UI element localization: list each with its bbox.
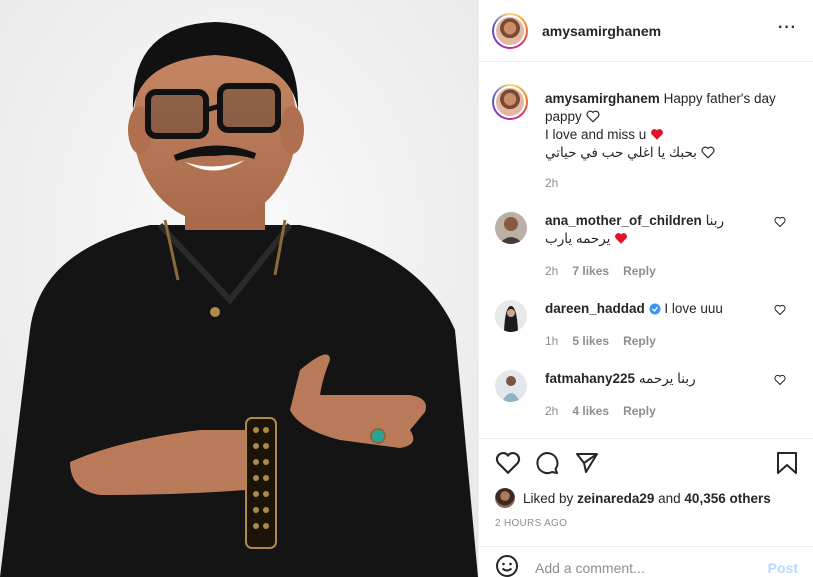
post-header: amysamirghanem ··· xyxy=(479,0,813,62)
reply-button[interactable]: Reply xyxy=(623,334,656,348)
liked-by-user[interactable]: zeinareda29 xyxy=(577,491,654,506)
comment-text: fatmahany225 ربنا يرحمه xyxy=(545,370,770,388)
comment-body: ربنا يرحمه xyxy=(638,371,696,386)
like-comment-heart-icon[interactable] xyxy=(774,374,786,386)
comment-time: 2h xyxy=(545,404,559,418)
commenter-avatar[interactable] xyxy=(495,370,527,402)
others-count[interactable]: 40,356 others xyxy=(684,491,770,506)
comment-text: ana_mother_of_children ربنا يرحمه يارب xyxy=(545,212,770,248)
author-username[interactable]: amysamirghanem xyxy=(542,23,661,39)
commenter-avatar[interactable] xyxy=(495,300,527,332)
liker-avatar[interactable] xyxy=(495,488,515,508)
caption-avatar[interactable] xyxy=(492,84,528,120)
bookmark-icon[interactable] xyxy=(776,451,798,475)
comment-time: 1h xyxy=(545,334,559,348)
caption-line3: I love and miss u xyxy=(545,127,647,142)
comment-likes[interactable]: 5 likes xyxy=(572,334,609,348)
liked-by-and: and xyxy=(658,490,681,506)
like-comment-heart-icon[interactable] xyxy=(774,216,786,228)
comment-body: I love uuu xyxy=(664,301,723,316)
verified-badge-icon xyxy=(649,303,661,315)
caption-line1: Happy father's day xyxy=(663,91,776,106)
caption-username[interactable]: amysamirghanem xyxy=(545,91,660,106)
caption-text: amysamirghanem Happy father's day pappy … xyxy=(545,90,795,162)
post-sidebar: amysamirghanem ··· amysamirghanem Happy … xyxy=(478,0,813,577)
likes-summary: Liked by zeinareda29 and 40,356 others xyxy=(495,488,771,508)
comment-icon[interactable] xyxy=(535,451,559,475)
commenter-username[interactable]: dareen_haddad xyxy=(545,301,645,316)
post-actions: Liked by zeinareda29 and 40,356 others 2… xyxy=(479,438,813,546)
comment-body-part2: يرحمه يارب xyxy=(545,231,611,246)
comment-text: dareen_haddad I love uuu xyxy=(545,300,770,318)
comment-likes[interactable]: 7 likes xyxy=(572,264,609,278)
caption-line4: بحبك يا اغلي حب في حياتي xyxy=(545,145,697,160)
comments-list[interactable]: amysamirghanem Happy father's day pappy … xyxy=(479,62,813,438)
caption-time: 2h xyxy=(545,176,559,190)
comment-input[interactable]: Add a comment... xyxy=(535,560,645,576)
post-button[interactable]: Post xyxy=(768,560,798,576)
comment-body-part1: ربنا xyxy=(705,213,725,228)
action-icons xyxy=(495,451,800,477)
reply-button[interactable]: Reply xyxy=(623,264,656,278)
comment-meta: 1h 5 likes Reply xyxy=(545,334,656,348)
add-comment-bar: Add a comment... Post xyxy=(479,546,813,577)
share-icon[interactable] xyxy=(575,451,599,475)
white-heart-emoji-icon xyxy=(701,146,715,159)
liked-by-prefix: Liked by xyxy=(523,490,574,506)
like-comment-heart-icon[interactable] xyxy=(774,304,786,316)
comment-meta: 2h 4 likes Reply xyxy=(545,404,656,418)
red-heart-emoji-icon xyxy=(651,129,664,140)
commenter-avatar[interactable] xyxy=(495,212,527,244)
more-horizontal-icon[interactable]: ··· xyxy=(778,20,797,36)
red-heart-emoji-icon xyxy=(615,233,628,244)
emoji-smile-icon[interactable] xyxy=(495,554,519,577)
post-photo[interactable] xyxy=(0,0,478,577)
comment-likes[interactable]: 4 likes xyxy=(572,404,609,418)
post-timestamp[interactable]: 2 HOURS AGO xyxy=(495,518,567,529)
comment-meta: 2h 7 likes Reply xyxy=(545,264,656,278)
post-image xyxy=(0,0,478,577)
comment-time: 2h xyxy=(545,264,559,278)
caption-line2: pappy xyxy=(545,109,582,124)
commenter-username[interactable]: ana_mother_of_children xyxy=(545,213,702,228)
author-avatar[interactable] xyxy=(492,12,528,49)
white-heart-emoji-icon xyxy=(586,110,600,123)
reply-button[interactable]: Reply xyxy=(623,404,656,418)
commenter-username[interactable]: fatmahany225 xyxy=(545,371,635,386)
heart-icon[interactable] xyxy=(495,451,521,475)
